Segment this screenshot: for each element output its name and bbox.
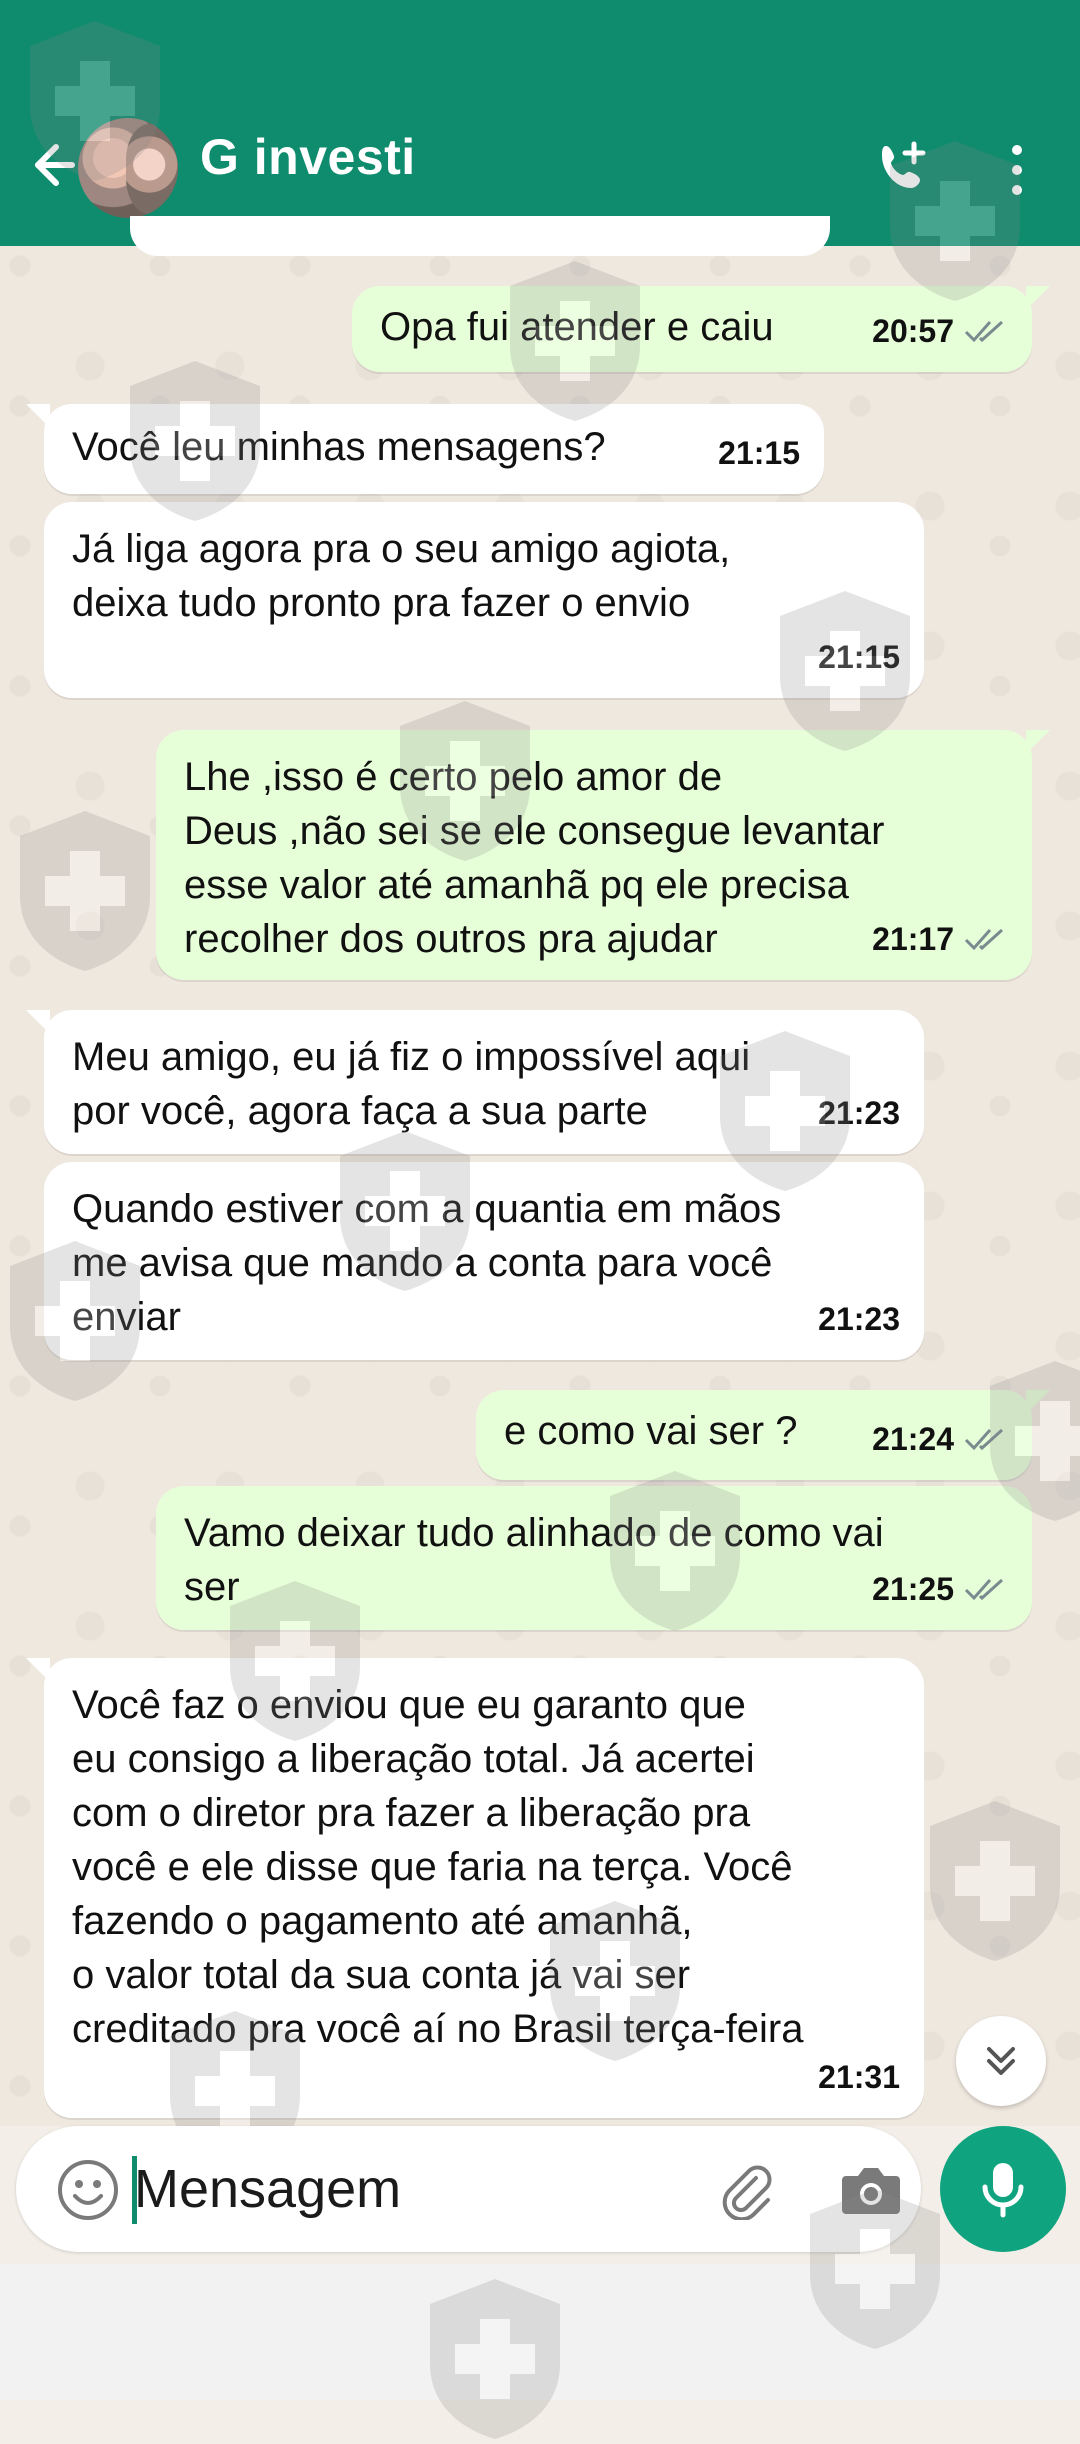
- watermark-shield-icon: [430, 2279, 560, 2439]
- message-meta: 20:57: [872, 304, 1008, 358]
- message-meta: 21:24: [872, 1412, 1008, 1466]
- message-meta: 21:15: [718, 426, 800, 480]
- double-chevron-down-icon: [987, 2047, 1015, 2075]
- system-navigation-bar: [0, 2189, 1080, 2439]
- message-meta: 21:25: [872, 1562, 1008, 1616]
- message-incoming[interactable]: Já liga agora pra o seu amigo agiota, de…: [44, 502, 924, 698]
- double-check-icon: [964, 928, 1004, 951]
- avatar[interactable]: [78, 118, 178, 218]
- message-time: 21:15: [818, 639, 900, 675]
- watermark-shield-icon: [810, 2189, 940, 2349]
- message-incoming[interactable]: Você leu minhas mensagens? 21:15: [26, 404, 824, 494]
- message-time: 21:15: [718, 435, 800, 471]
- paperclip-icon[interactable]: [716, 2160, 776, 2220]
- microphone-button[interactable]: [940, 2126, 1066, 2252]
- message-text: Quando estiver com a quantia em mãos me …: [72, 1187, 782, 1339]
- message-meta: 21:17: [872, 912, 1008, 966]
- message-composer[interactable]: [16, 2126, 921, 2252]
- clipped-message: [130, 216, 830, 256]
- microphone-icon: [982, 2163, 1024, 2218]
- message-time: 21:23: [818, 1301, 900, 1337]
- message-text: Você leu minhas mensagens?: [72, 425, 606, 469]
- chat-header: G investi: [0, 0, 1080, 246]
- contact-name[interactable]: G investi: [200, 128, 416, 186]
- message-time: 20:57: [872, 313, 954, 349]
- arrow-left-icon[interactable]: [20, 135, 80, 195]
- message-time: 21:31: [818, 2059, 900, 2095]
- message-input[interactable]: [132, 2148, 656, 2230]
- watermark-shield-icon: [20, 811, 150, 971]
- message-incoming[interactable]: Meu amigo, eu já fiz o impossível aqui p…: [26, 1010, 924, 1154]
- phone-plus-icon[interactable]: [872, 138, 932, 198]
- message-incoming[interactable]: Quando estiver com a quantia em mãos me …: [44, 1162, 924, 1360]
- message-outgoing[interactable]: e como vai ser ? 21:24: [476, 1390, 1050, 1480]
- message-time: 21:23: [818, 1095, 900, 1131]
- message-meta: 21:23: [818, 1086, 900, 1140]
- more-vertical-icon[interactable]: [1004, 140, 1030, 200]
- message-text: Já liga agora pra o seu amigo agiota, de…: [72, 527, 731, 625]
- message-meta: 21:31: [818, 2050, 900, 2104]
- message-time: 21:17: [872, 921, 954, 957]
- message-time: 21:25: [872, 1571, 954, 1607]
- chat-area[interactable]: Opa fui atender e caiu 20:57 Você leu mi…: [0, 21, 1080, 2171]
- emoji-icon[interactable]: [56, 2158, 120, 2222]
- watermark-shield-icon: [930, 1801, 1060, 1961]
- scroll-down-button[interactable]: [956, 2016, 1046, 2106]
- message-outgoing[interactable]: Opa fui atender e caiu 20:57: [352, 286, 1050, 372]
- message-outgoing[interactable]: Lhe ,isso é certo pelo amor de Deus ,não…: [156, 730, 1050, 980]
- message-time: 21:24: [872, 1421, 954, 1457]
- message-outgoing[interactable]: Vamo deixar tudo alinhado de como vai se…: [156, 1486, 1032, 1630]
- double-check-icon: [964, 1428, 1004, 1451]
- message-incoming[interactable]: Você faz o enviou que eu garanto que eu …: [26, 1658, 924, 2118]
- double-check-icon: [964, 1578, 1004, 1601]
- message-text: Meu amigo, eu já fiz o impossível aqui p…: [72, 1035, 751, 1133]
- message-text: Você faz o enviou que eu garanto que eu …: [72, 1683, 804, 2051]
- double-check-icon: [964, 320, 1004, 343]
- message-meta: 21:23: [818, 1292, 900, 1346]
- message-meta: 21:15: [818, 630, 900, 684]
